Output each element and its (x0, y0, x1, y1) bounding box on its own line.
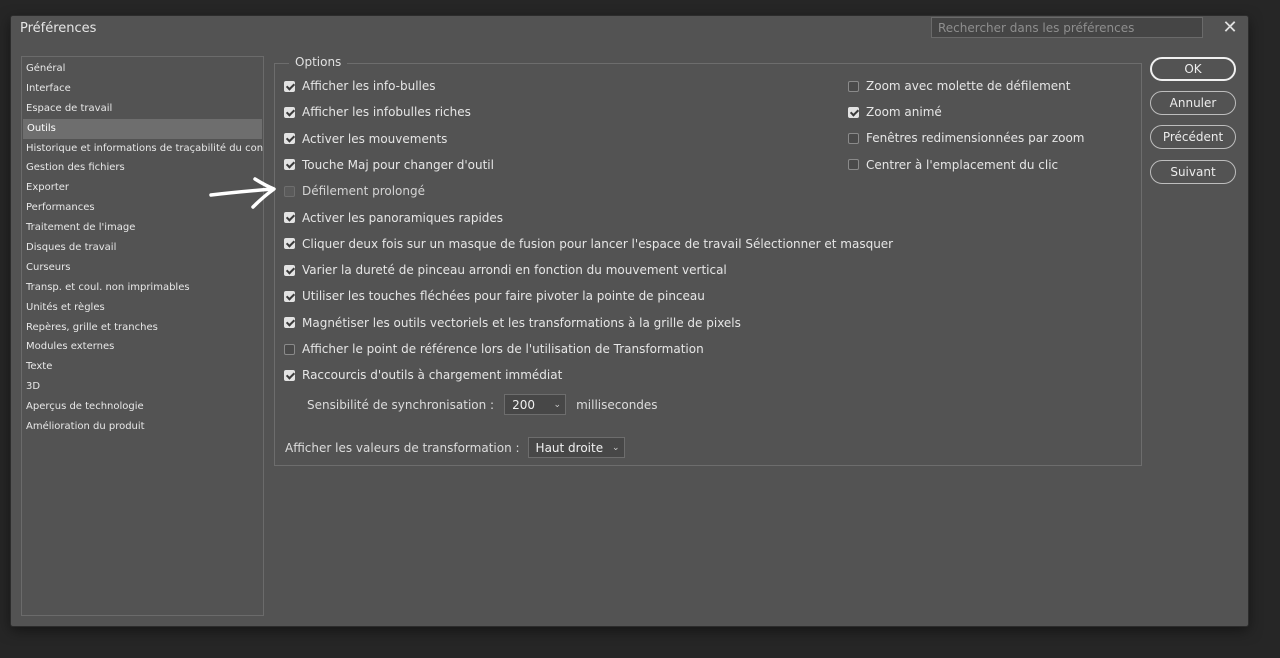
option-row[interactable]: Fenêtres redimensionnées par zoom (848, 129, 1084, 147)
chevron-down-icon: ⌄ (553, 399, 562, 410)
option-checkbox[interactable] (284, 80, 295, 92)
option-row[interactable]: Activer les mouvements (284, 130, 447, 148)
option-label: Fenêtres redimensionnées par zoom (866, 131, 1085, 146)
preferences-dialog: Préférences ✕ GénéralInterfaceEspace de … (11, 16, 1248, 626)
ok-button[interactable]: OK (1150, 57, 1236, 81)
option-checkbox[interactable] (848, 132, 859, 144)
search-input[interactable] (931, 17, 1203, 38)
option-row[interactable]: Activer les panoramiques rapides (284, 209, 503, 227)
transform-values-label: Afficher les valeurs de transformation : (285, 440, 520, 455)
sidebar-item[interactable]: Curseurs (22, 258, 263, 278)
sidebar-item[interactable]: Transp. et coul. non imprimables (22, 278, 263, 298)
option-row[interactable]: Afficher le point de référence lors de l… (284, 340, 704, 358)
sidebar-item[interactable]: Interface (22, 79, 263, 99)
option-checkbox[interactable] (284, 290, 295, 302)
sync-sensitivity-value: 200 (512, 397, 535, 412)
option-label: Activer les panoramiques rapides (302, 210, 504, 225)
option-label: Défilement prolongé (302, 184, 426, 199)
option-label: Zoom avec molette de défilement (866, 79, 1071, 93)
option-label: Afficher les infobulles riches (302, 105, 471, 120)
option-checkbox[interactable] (848, 80, 859, 92)
option-label: Zoom animé (866, 105, 942, 120)
sidebar-item[interactable]: Repères, grille et tranches (22, 318, 263, 338)
sync-sensitivity-row: Sensibilité de synchronisation : 200 ⌄ m… (307, 394, 658, 415)
sidebar-item[interactable]: Espace de travail (22, 99, 263, 119)
sidebar-item[interactable]: Historique et informations de traçabilit… (22, 139, 263, 159)
option-row[interactable]: Raccourcis d'outils à chargement immédia… (284, 366, 562, 384)
transform-values-select[interactable]: Haut droite ⌄ (527, 437, 625, 458)
dialog-title: Préférences (20, 21, 97, 36)
chevron-down-icon: ⌄ (612, 442, 620, 453)
options-legend: Options (289, 55, 348, 69)
option-checkbox[interactable] (848, 159, 859, 171)
option-checkbox[interactable] (284, 369, 295, 381)
option-label: Cliquer deux fois sur un masque de fusio… (302, 236, 894, 251)
option-label: Varier la dureté de pinceau arrondi en f… (302, 263, 727, 278)
option-row[interactable]: Centrer à l'emplacement du clic (848, 156, 1058, 174)
preferences-sidebar: Général Interface Espace de travail Outils H… (21, 56, 264, 616)
option-label: Magnétiser les outils vectoriels et les … (302, 315, 741, 330)
option-row[interactable]: Afficher les infobulles riches (284, 103, 471, 121)
option-checkbox[interactable] (284, 133, 295, 145)
option-checkbox[interactable] (284, 185, 295, 197)
sidebar-list: Général Interface Espace de travail Outils H… (22, 57, 263, 437)
sidebar-item[interactable]: Modules externes (22, 337, 263, 357)
sidebar-item[interactable]: Aperçus de technologie (22, 397, 263, 417)
option-row[interactable]: Cliquer deux fois sur un masque de fusio… (284, 235, 893, 253)
option-row[interactable]: Afficher les info-bulles (284, 77, 436, 95)
option-label: Touche Maj pour changer d'outil (302, 157, 494, 172)
sidebar-item[interactable]: Texte (22, 357, 263, 377)
option-row[interactable]: Zoom avec molette de défilement (848, 77, 1071, 95)
sidebar-item[interactable]: Traitement de l'image (22, 218, 263, 238)
option-label: Centrer à l'emplacement du clic (866, 157, 1059, 172)
option-row[interactable]: Touche Maj pour changer d'outil (284, 156, 494, 174)
option-label: Activer les mouvements (302, 131, 448, 146)
option-checkbox[interactable] (284, 343, 295, 355)
sync-unit-label: millisecondes (576, 397, 658, 412)
transform-values-row: Afficher les valeurs de transformation :… (285, 437, 625, 458)
option-row[interactable]: Utiliser les touches fléchées pour faire… (284, 287, 705, 305)
sync-sensitivity-select[interactable]: 200 ⌄ (504, 394, 567, 415)
sidebar-item[interactable]: Unités et règles (22, 298, 263, 318)
sidebar-item[interactable]: Disques de travail (22, 238, 263, 258)
sidebar-item[interactable]: Outils (23, 118, 262, 139)
option-label: Afficher le point de référence lors de l… (302, 342, 704, 356)
option-checkbox[interactable] (284, 212, 295, 223)
hand-drawn-arrow-icon (209, 177, 276, 209)
option-row[interactable]: Magnétiser les outils vectoriels et les … (284, 314, 741, 332)
option-checkbox[interactable] (848, 106, 859, 118)
option-checkbox[interactable] (284, 238, 295, 250)
transform-values-value: Haut droite (535, 440, 604, 455)
next-button[interactable]: Suivant (1150, 160, 1236, 184)
option-checkbox[interactable] (284, 317, 295, 329)
cancel-button[interactable]: Annuler (1150, 91, 1236, 115)
sidebar-item[interactable]: Amélioration du produit (22, 417, 263, 437)
sidebar-item[interactable]: 3D (22, 377, 263, 397)
option-label: Afficher les info-bulles (302, 79, 436, 93)
close-icon[interactable]: ✕ (1221, 19, 1239, 37)
sync-sensitivity-label: Sensibilité de synchronisation : (307, 397, 495, 412)
sidebar-item[interactable]: Général (22, 59, 263, 79)
title-bar: Préférences ✕ (11, 16, 1248, 42)
option-checkbox[interactable] (284, 159, 295, 171)
option-checkbox[interactable] (284, 264, 295, 276)
option-row[interactable]: Varier la dureté de pinceau arrondi en f… (284, 261, 727, 279)
previous-button[interactable]: Précédent (1150, 125, 1236, 149)
option-row[interactable]: Défilement prolongé (284, 182, 425, 200)
option-checkbox[interactable] (284, 106, 295, 118)
option-row[interactable]: Zoom animé (848, 103, 942, 121)
option-label: Utiliser les touches fléchées pour faire… (302, 289, 705, 304)
option-label: Raccourcis d'outils à chargement immédia… (302, 368, 563, 383)
